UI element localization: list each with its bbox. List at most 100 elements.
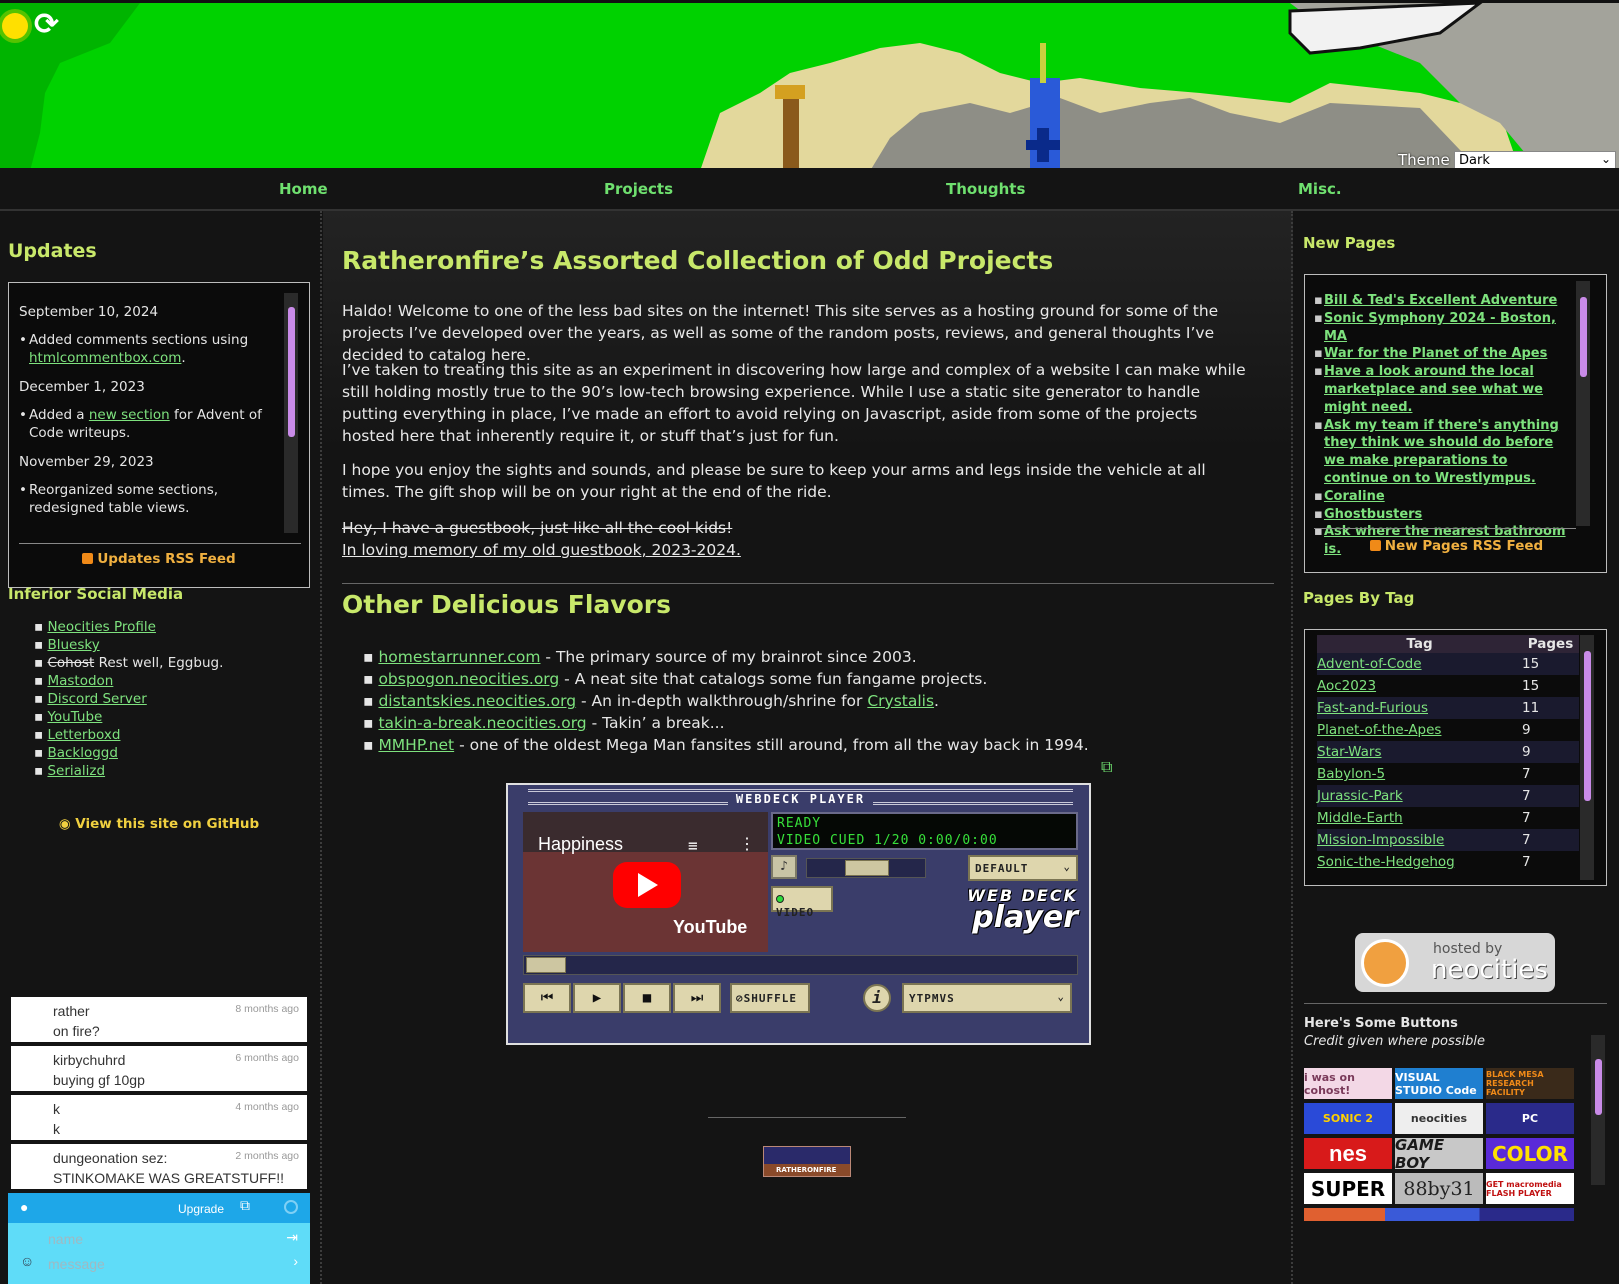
new-page-link[interactable]: Coraline (1324, 489, 1385, 504)
tag-link[interactable]: Aoc2023 (1317, 678, 1376, 694)
social-link[interactable]: Letterboxd (47, 727, 120, 743)
nav-misc[interactable]: Misc. (1298, 180, 1342, 198)
led-icon (776, 895, 784, 903)
popout-icon[interactable]: ⧉ (1101, 757, 1112, 777)
tag-link[interactable]: Planet-of-the-Apes (1317, 722, 1441, 738)
tag-link[interactable]: Sonic-the-Hedgehog (1317, 854, 1455, 870)
seek-handle[interactable] (526, 957, 566, 973)
send-icon[interactable]: › (293, 1253, 298, 1269)
chat-text: STINKOMAKE WAS GREATSTUFF!! (53, 1170, 285, 1186)
crystalis-link[interactable]: Crystalis (867, 692, 934, 710)
new-page-link[interactable]: Ask my team if there's anything they thi… (1324, 418, 1559, 486)
pc-button[interactable]: PC (1486, 1103, 1574, 1134)
new-page-link[interactable]: War for the Planet of the Apes (1324, 346, 1547, 361)
header-banner: ⟳ Theme Dark ⌄ (0, 0, 1619, 168)
flavor-link[interactable]: takin-a-break.neocities.org (378, 714, 586, 732)
user-icon[interactable]: ● (20, 1199, 28, 1215)
black-mesa-button[interactable]: BLACK MESA RESEARCH FACILITY (1486, 1068, 1574, 1099)
youtube-play-button[interactable] (613, 862, 681, 908)
preset-select[interactable]: DEFAULT ⌄ (968, 855, 1078, 881)
login-icon[interactable]: ⇥ (286, 1229, 298, 1246)
tag-link[interactable]: Middle-Earth (1317, 810, 1403, 826)
upgrade-link[interactable]: Upgrade (178, 1202, 224, 1216)
external-link-icon[interactable]: ⧉ (240, 1197, 250, 1214)
list-item: ▪ Letterboxd (34, 727, 121, 743)
cohost-button[interactable]: i was on cohost! (1304, 1068, 1392, 1099)
slider-handle[interactable] (845, 860, 889, 876)
tag-link[interactable]: Mission-Impossible (1317, 832, 1444, 848)
youtube-logo[interactable]: YouTube (673, 917, 747, 938)
social-link[interactable]: Mastodon (47, 673, 113, 689)
guestbook-link[interactable]: In loving memory of my old guestbook, 20… (342, 539, 741, 561)
refresh-icon[interactable]: ⟳ (34, 7, 59, 43)
list-item: ▪ Have a look around the local marketplac… (1314, 364, 1544, 415)
site-badge[interactable]: RATHERONFIRE (763, 1146, 851, 1177)
buttons-scrollbar[interactable] (1591, 1035, 1605, 1185)
table-row: Babylon-5 7 (1317, 763, 1579, 785)
tag-link[interactable]: Fast-and-Furious (1317, 700, 1428, 716)
shuffle-button[interactable]: ⊘SHUFFLE (730, 983, 810, 1013)
88by31-button[interactable]: 88by31 (1395, 1173, 1483, 1204)
gameboy-button[interactable]: GAME BOY (1395, 1138, 1483, 1169)
tag-link[interactable]: Star-Wars (1317, 744, 1382, 760)
nav-projects[interactable]: Projects (604, 180, 673, 198)
neocities-button[interactable]: neocities (1395, 1103, 1483, 1134)
stop-button[interactable]: ■ (623, 983, 671, 1013)
volume-slider[interactable] (806, 858, 926, 878)
super-button[interactable]: SUPER (1304, 1173, 1392, 1204)
chat-text: buying gf 10gp (53, 1072, 145, 1088)
flavor-link[interactable]: MMHP.net (378, 736, 454, 754)
sonic-button[interactable]: SONIC 2 (1304, 1103, 1392, 1134)
social-link[interactable]: Discord Server (47, 691, 146, 707)
volume-icon[interactable]: ♪ (771, 855, 797, 879)
playlist-select[interactable]: YTPMVS ⌄ (902, 983, 1072, 1013)
video-toggle-button[interactable]: VIDEO (771, 886, 833, 919)
play-button[interactable]: ▶ (573, 983, 621, 1013)
update-link[interactable]: new section (89, 407, 170, 423)
social-link[interactable]: YouTube (47, 709, 102, 725)
flavor-link[interactable]: distantskies.neocities.org (378, 692, 576, 710)
chat-username: kirbychuhrd (53, 1052, 126, 1068)
new-pages-rss-link[interactable]: New Pages RSS Feed (1305, 538, 1608, 554)
github-link[interactable]: ◉ View this site on GitHub (0, 816, 318, 832)
theme-select[interactable]: Dark ⌄ (1454, 151, 1616, 168)
sun-icon[interactable] (2, 13, 28, 39)
video-title: Happiness (538, 834, 624, 854)
social-link[interactable]: Backloggd (47, 745, 118, 761)
update-link[interactable]: htmlcommentbox.com (29, 350, 181, 366)
new-pages-scrollbar[interactable] (1576, 281, 1590, 526)
neocities-badge[interactable]: hosted by neocities (1355, 933, 1555, 992)
flash-player-button[interactable]: GET macromedia FLASH PLAYER (1486, 1173, 1574, 1204)
nav-home[interactable]: Home (279, 180, 328, 198)
prev-button[interactable]: ⏮ (523, 983, 571, 1013)
update-item: • Added a new section for Advent of Code … (19, 407, 262, 441)
seek-bar[interactable] (523, 955, 1078, 975)
social-link[interactable]: Serializd (47, 763, 105, 779)
color-button[interactable]: COLOR (1486, 1138, 1574, 1169)
tags-scrollbar[interactable] (1580, 635, 1594, 880)
new-page-link[interactable]: Have a look around the local marketplace… (1324, 364, 1543, 415)
tag-link[interactable]: Babylon-5 (1317, 766, 1385, 782)
emoji-icon[interactable]: ☺ (20, 1253, 34, 1269)
tag-link[interactable]: Advent-of-Code (1317, 656, 1422, 672)
video-embed[interactable]: Happiness ≡ ⋮ YouTube (523, 812, 768, 952)
vscode-button[interactable]: VISUAL STUDIO Code (1395, 1068, 1483, 1099)
chat-message-input[interactable]: message (48, 1256, 288, 1272)
tag-link[interactable]: Jurassic-Park (1317, 788, 1403, 804)
new-page-link[interactable]: Sonic Symphony 2024 - Boston, MA (1324, 311, 1556, 344)
new-page-link[interactable]: Ghostbusters (1324, 507, 1422, 522)
updates-scrollbar[interactable] (284, 293, 298, 533)
next-button[interactable]: ⏭ (673, 983, 721, 1013)
info-icon[interactable]: i (863, 984, 891, 1012)
social-link[interactable]: Bluesky (47, 637, 99, 653)
updates-rss-link[interactable]: Updates RSS Feed (9, 551, 309, 567)
social-link[interactable]: Neocities Profile (47, 619, 156, 635)
new-page-link[interactable]: Bill & Ted's Excellent Adventure (1324, 293, 1557, 308)
flavor-link[interactable]: obspogon.neocities.org (378, 670, 559, 688)
nes-button[interactable]: nes (1304, 1138, 1392, 1169)
chat-name-input[interactable]: name (48, 1231, 288, 1247)
playlist-icon[interactable]: ≡ (688, 836, 698, 855)
nav-thoughts[interactable]: Thoughts (946, 180, 1025, 198)
flavor-link[interactable]: homestarrunner.com (378, 648, 540, 666)
more-icon[interactable]: ⋮ (739, 834, 755, 853)
